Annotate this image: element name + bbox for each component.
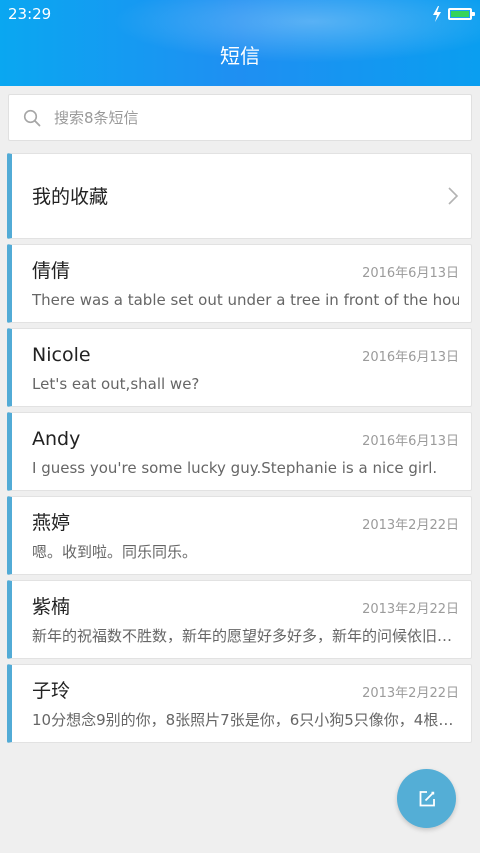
contact-name: 倩倩 [32, 260, 71, 282]
contact-name: Andy [32, 428, 81, 450]
conversation-item[interactable]: Andy 2016年6月13日 I guess you're some luck… [7, 412, 472, 491]
status-time: 23:29 [8, 5, 52, 23]
message-date: 2016年6月13日 [362, 350, 459, 365]
conversation-item[interactable]: 倩倩 2016年6月13日 There was a table set out … [7, 244, 472, 323]
message-date: 2016年6月13日 [362, 434, 459, 449]
search-bar[interactable] [8, 94, 472, 141]
message-date: 2016年6月13日 [362, 266, 459, 281]
search-icon [23, 109, 41, 127]
conversation-item[interactable]: 紫楠 2013年2月22日 新年的祝福数不胜数，新年的愿望好多好多，新年的问候依… [7, 580, 472, 659]
compose-button[interactable] [397, 769, 456, 828]
contact-name: 子玲 [32, 680, 71, 702]
message-snippet: 新年的祝福数不胜数，新年的愿望好多好多，新年的问候依旧温馨 [32, 627, 459, 645]
message-date: 2013年2月22日 [362, 518, 459, 533]
contact-name: 紫楠 [32, 596, 71, 618]
message-snippet: 嗯。收到啦。同乐同乐。 [32, 543, 198, 561]
page-title: 短信 [220, 44, 260, 68]
message-snippet: There was a table set out under a tree i… [32, 291, 459, 309]
conversation-list: 倩倩 2016年6月13日 There was a table set out … [7, 244, 472, 744]
message-date: 2013年2月22日 [362, 686, 459, 701]
contact-name: 燕婷 [32, 512, 71, 534]
message-snippet: Let's eat out,shall we? [32, 375, 200, 393]
chevron-right-icon [448, 187, 459, 205]
favorites-label: 我的收藏 [32, 186, 109, 208]
compose-icon [419, 790, 435, 806]
battery-level [451, 11, 469, 17]
search-input[interactable] [54, 105, 454, 131]
app-header: 23:29 短信 [0, 0, 480, 86]
battery-icon [448, 8, 475, 20]
message-snippet: 10分想念9别的你，8张照片7张是你，6只小狗5只像你，4根香蕉 [32, 711, 459, 729]
conversation-item[interactable]: Nicole 2016年6月13日 Let's eat out,shall we… [7, 328, 472, 407]
conversation-item[interactable]: 燕婷 2013年2月22日 嗯。收到啦。同乐同乐。 [7, 496, 472, 575]
message-snippet: I guess you're some lucky guy.Stephanie … [32, 459, 438, 477]
contact-name: Nicole [32, 344, 91, 366]
message-date: 2013年2月22日 [362, 602, 459, 617]
lightning-bolt-icon [433, 6, 441, 22]
status-icons [432, 6, 475, 22]
conversation-item[interactable]: 子玲 2013年2月22日 10分想念9别的你，8张照片7张是你，6只小狗5只像… [7, 664, 472, 743]
favorites-entry[interactable]: 我的收藏 [7, 153, 472, 239]
